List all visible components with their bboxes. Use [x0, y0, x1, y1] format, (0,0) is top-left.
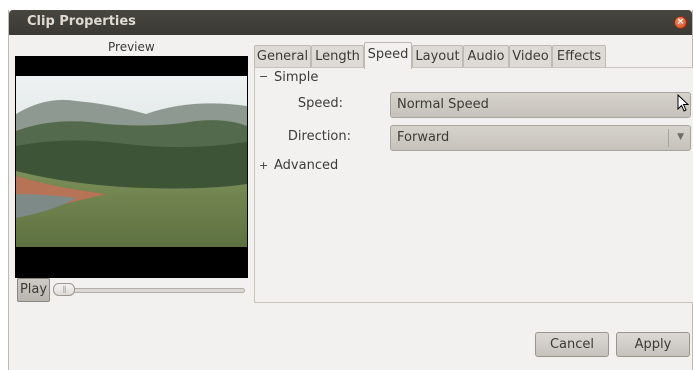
dropdown-separator — [668, 129, 669, 147]
title-bar[interactable]: Clip Properties × — [9, 10, 692, 35]
tab-layout[interactable]: Layout — [412, 45, 463, 68]
collapse-icon[interactable]: − — [259, 71, 268, 82]
tab-length[interactable]: Length — [311, 45, 364, 68]
seek-slider-handle[interactable]: || — [53, 283, 75, 296]
clip-properties-window: Clip Properties × Preview Play || Genera… — [8, 10, 693, 370]
landscape-frame — [16, 76, 247, 247]
apply-button[interactable]: Apply — [616, 332, 690, 357]
speed-value: Normal Speed — [397, 97, 489, 112]
close-icon[interactable]: × — [674, 16, 687, 29]
speed-label: Speed: — [297, 96, 343, 111]
play-button[interactable]: Play — [17, 278, 50, 302]
tab-effects[interactable]: Effects — [552, 45, 606, 68]
video-preview — [15, 56, 248, 278]
preview-label: Preview — [108, 40, 155, 54]
seek-slider[interactable] — [55, 288, 245, 293]
mouse-pointer-icon — [677, 94, 690, 112]
tab-video[interactable]: Video — [509, 45, 552, 68]
direction-value: Forward — [397, 130, 450, 145]
tab-general[interactable]: General — [254, 45, 311, 68]
chevron-down-icon: ▼ — [677, 132, 684, 142]
direction-label: Direction: — [287, 129, 351, 144]
cancel-button[interactable]: Cancel — [535, 332, 609, 357]
expand-icon[interactable]: + — [259, 160, 268, 171]
window-title: Clip Properties — [27, 14, 136, 29]
simple-expander[interactable]: Simple — [274, 70, 318, 85]
direction-dropdown[interactable]: Forward ▼ — [390, 125, 691, 151]
speed-dropdown[interactable]: Normal Speed — [390, 92, 691, 118]
tab-audio[interactable]: Audio — [463, 45, 509, 68]
advanced-expander[interactable]: Advanced — [274, 158, 338, 173]
tab-speed[interactable]: Speed — [364, 42, 412, 69]
